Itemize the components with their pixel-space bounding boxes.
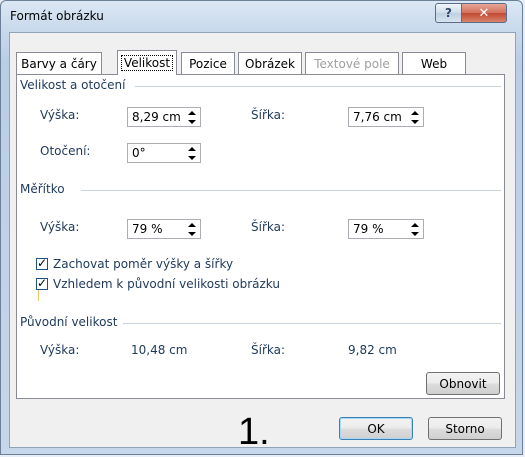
tab-position[interactable]: Pozice [181,52,235,74]
original-width-label: Šířka: [251,343,286,357]
tab-size[interactable]: Velikost [117,50,177,75]
ok-button-label: OK [367,421,385,436]
spin-down-button[interactable] [183,153,200,162]
format-picture-dialog: Formát obrázku ? ✕ Barvy a čáry Velikost… [0,0,523,455]
spin-up-button[interactable] [183,108,200,117]
checkbox-box[interactable]: ✓ [36,276,48,290]
lock-aspect-label: Zachovat poměr výšky a šířky [53,257,234,271]
chevron-up-icon [187,110,196,115]
chevron-down-icon [410,231,419,236]
tab-label: Web [420,56,448,71]
tab-web[interactable]: Web [402,52,466,74]
tab-label: Textové pole [314,56,390,71]
scale-group-title: Měřítko [20,182,65,196]
spin-down-button[interactable] [406,229,423,238]
tab-label: Pozice [189,56,227,71]
tab-picture[interactable]: Obrázek [238,52,302,74]
help-button[interactable]: ? [435,3,462,23]
spin-up-button[interactable] [183,220,200,229]
checkmark-icon: ✓ [37,276,48,290]
cancel-button-label: Storno [445,421,485,436]
original-height-value: 10,48 cm [131,343,188,357]
chevron-down-icon [187,231,196,236]
step-annotation: 1. [238,411,270,453]
scale-width-value: 79 % [353,222,384,236]
chevron-up-icon [410,222,419,227]
spin-up-button[interactable] [183,144,200,153]
lock-aspect-checkbox[interactable]: ✓ Zachovat poměr výšky a šířky [36,256,234,271]
spin-buttons [183,108,200,126]
tab-label: Barvy a čáry [21,56,97,71]
original-height-label: Výška: [40,343,80,357]
width-value: 7,76 cm [353,110,402,124]
chevron-up-icon [187,222,196,227]
chevron-down-icon [187,155,196,160]
tab-text-box: Textové pole [305,52,399,74]
spin-buttons [183,220,200,238]
scale-height-label: Výška: [40,220,80,234]
rotation-label: Otočení: [40,144,91,158]
close-icon: ✕ [478,5,490,21]
width-spinner[interactable]: 7,76 cm [348,107,424,127]
height-value: 8,29 cm [132,110,181,124]
scale-height-value: 79 % [132,222,163,236]
tab-label: Obrázek [245,56,295,71]
checkbox-box[interactable]: ✓ [36,256,48,270]
height-label: Výška: [40,108,80,122]
height-spinner[interactable]: 8,29 cm [127,107,201,127]
spin-buttons [183,144,200,162]
chevron-down-icon [410,119,419,124]
group-divider [135,86,501,87]
size-rotation-group-title: Velikost a otočení [20,78,126,92]
chevron-up-icon [187,146,196,151]
chevron-down-icon [187,119,196,124]
rotation-value: 0° [132,146,146,160]
relative-original-checkbox[interactable]: ✓ Vzhledem k původní velikosti obrázku [36,276,280,291]
width-label: Šířka: [251,108,286,122]
close-button[interactable]: ✕ [461,3,507,23]
reset-button[interactable]: Obnovit [426,372,500,395]
ok-button[interactable]: OK [339,417,413,440]
original-width-value: 9,82 cm [348,343,397,357]
spin-down-button[interactable] [183,229,200,238]
original-size-group-title: Původní velikost [20,315,118,329]
scale-width-label: Šířka: [251,220,286,234]
scale-height-spinner[interactable]: 79 % [127,219,201,239]
group-divider [81,190,501,191]
spin-down-button[interactable] [183,117,200,126]
reset-button-label: Obnovit [439,376,487,391]
group-divider [123,323,501,324]
chevron-up-icon [410,110,419,115]
spin-buttons [406,108,423,126]
checkmark-icon: ✓ [37,256,48,270]
spin-down-button[interactable] [406,117,423,126]
tab-colors-lines[interactable]: Barvy a čáry [16,52,102,74]
dialog-client-area: Barvy a čáry Velikost Pozice Obrázek Tex… [9,32,516,453]
rotation-spinner[interactable]: 0° [127,143,201,163]
scale-width-spinner[interactable]: 79 % [348,219,424,239]
dialog-title: Formát obrázku [10,9,104,23]
relative-original-label: Vzhledem k původní velikosti obrázku [53,277,280,291]
size-tab-panel: Velikost a otočení Výška: 8,29 cm Šířka:… [16,74,505,399]
cancel-button[interactable]: Storno [428,417,502,440]
tab-label: Velikost [120,55,174,71]
spin-buttons [406,220,423,238]
title-bar[interactable]: Formát obrázku ? ✕ [1,1,522,31]
help-icon: ? [445,6,452,20]
spin-up-button[interactable] [406,220,423,229]
spin-up-button[interactable] [406,108,423,117]
